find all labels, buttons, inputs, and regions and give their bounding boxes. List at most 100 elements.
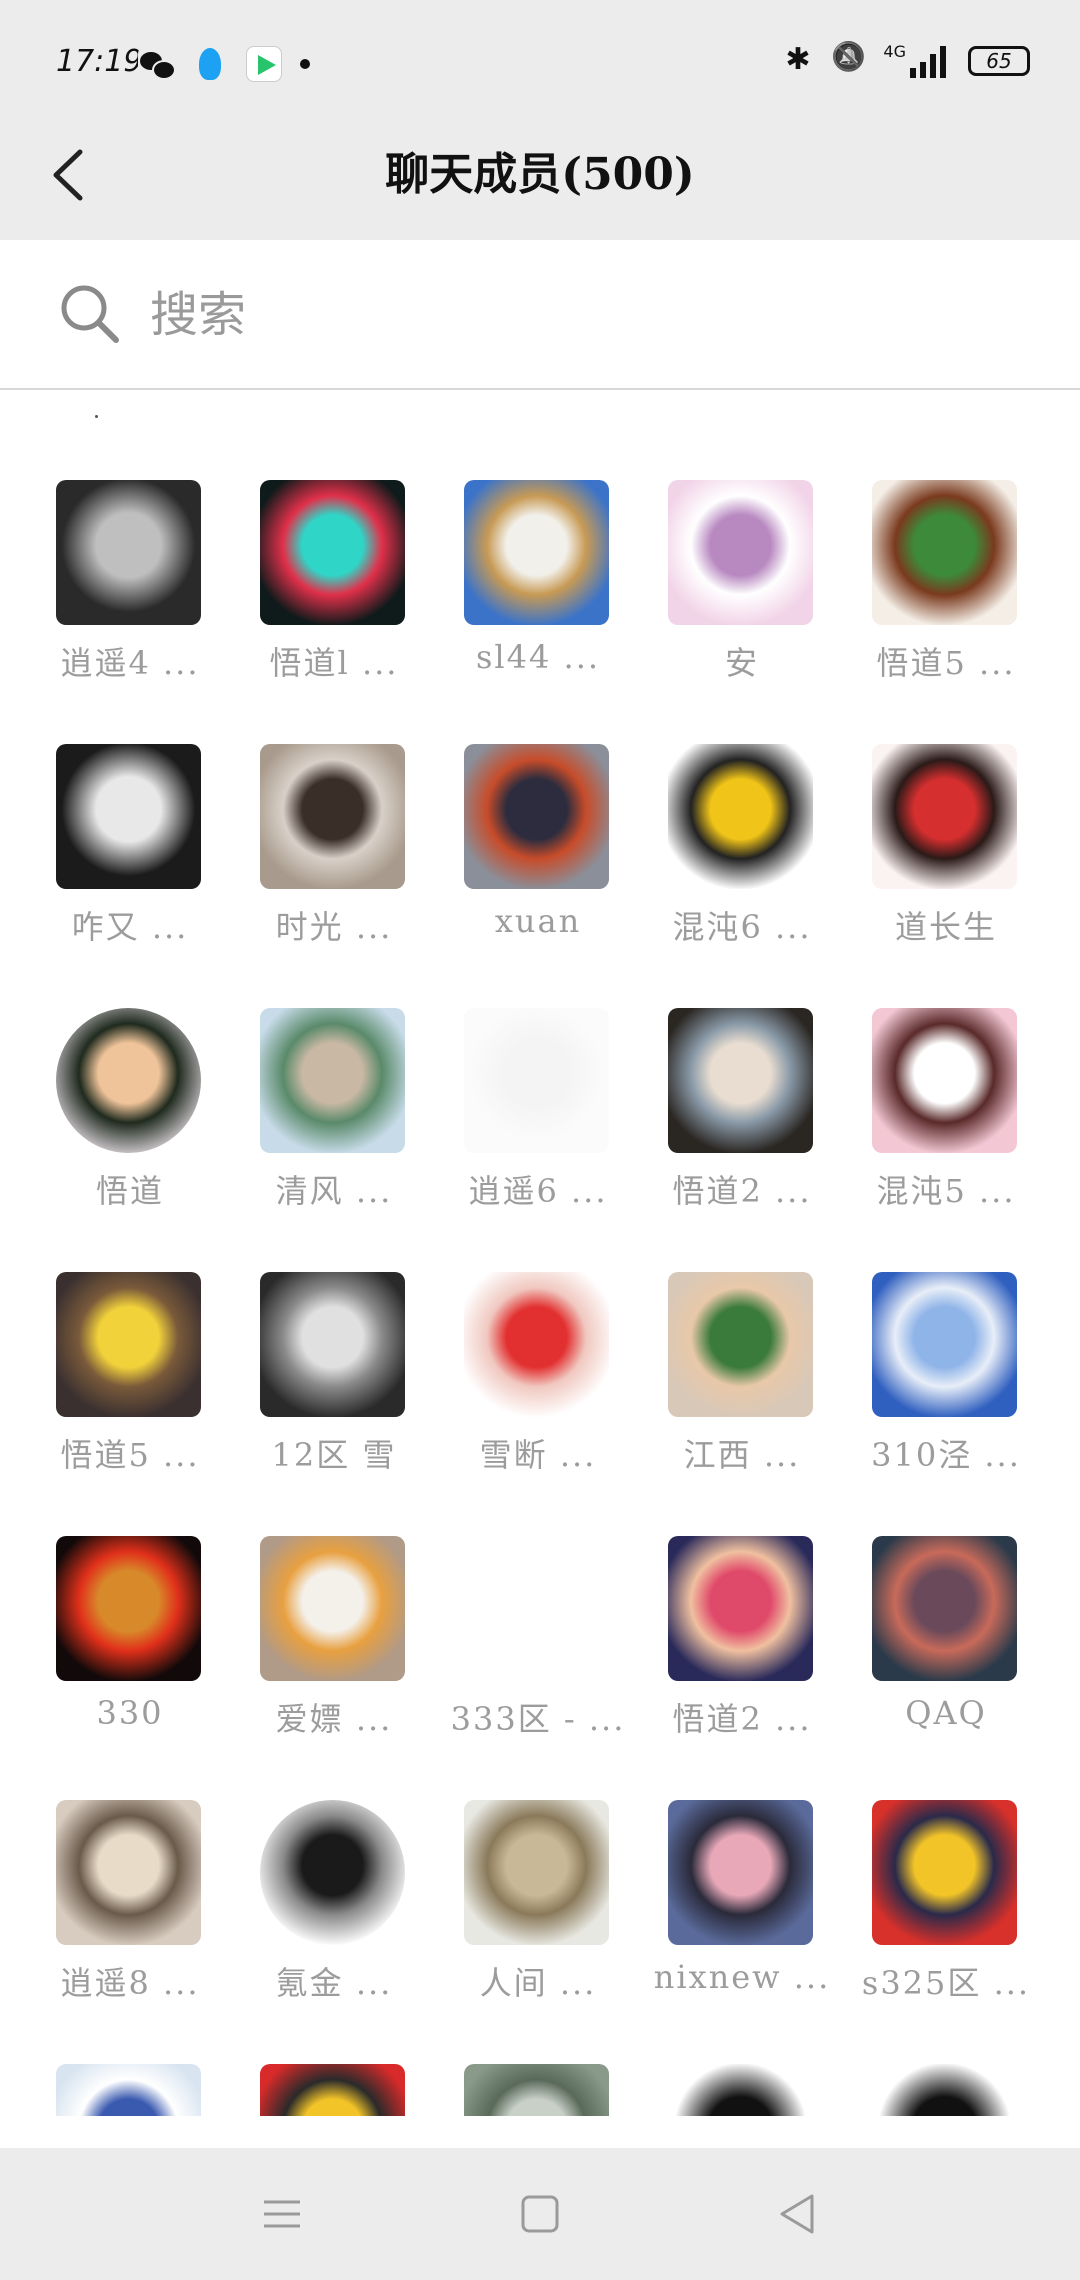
member-avatar[interactable] [56,744,201,889]
member-avatar[interactable] [464,1272,609,1417]
member-avatar[interactable] [260,1536,405,1681]
member-item[interactable] [640,2064,844,2116]
member-item[interactable] [28,2064,232,2116]
search-input[interactable] [150,280,1010,350]
page-title: 聊天成员(500) [385,149,695,200]
member-item[interactable]: 道长生 [844,744,1048,964]
member-item[interactable]: 逍遥4 ... [28,480,232,700]
member-avatar[interactable] [56,2064,201,2116]
member-name: s325区 ... [861,1964,1031,2002]
video-app-icon [246,46,282,82]
member-name: 安 [724,644,759,682]
member-avatar[interactable] [872,2064,1017,2116]
member-item[interactable]: 悟道2 ... [640,1008,844,1228]
member-item[interactable]: s325区 ... [844,1800,1048,2020]
member-item[interactable]: 江西 ... [640,1272,844,1492]
member-item[interactable]: 咋又 ... [28,744,232,964]
member-item[interactable]: 12区 雪 [232,1272,436,1492]
member-item[interactable]: 悟道5 ... [844,480,1048,700]
member-avatar[interactable] [872,1008,1017,1153]
qq-icon [192,46,228,82]
member-avatar[interactable] [56,480,201,625]
menu-icon[interactable] [250,2182,314,2246]
member-avatar[interactable] [668,744,813,889]
system-nav-bar [0,2148,1080,2280]
member-item[interactable]: 逍遥6 ... [436,1008,640,1228]
member-name: 时光 ... [275,908,393,946]
member-avatar[interactable] [56,1008,201,1153]
back-triangle-icon[interactable] [766,2182,830,2246]
member-avatar[interactable] [260,1272,405,1417]
scroll-indicator-dot [95,415,98,418]
member-name: 逍遥8 ... [60,1964,200,2002]
member-item[interactable]: 安 [640,480,844,700]
member-item[interactable]: 逍遥8 ... [28,1800,232,2020]
member-name: 12区 雪 [271,1436,397,1474]
member-item[interactable]: 雪断 ... [436,1272,640,1492]
member-item[interactable]: 爱嫖 ... [232,1536,436,1756]
member-item[interactable]: 人间 ... [436,1800,640,2020]
member-avatar[interactable] [872,1800,1017,1945]
member-avatar[interactable] [464,480,609,625]
home-square-icon[interactable] [508,2182,572,2246]
status-time: 17:19 [56,44,143,79]
status-system-icons: 4G 65 [783,42,1030,78]
member-avatar[interactable] [260,1008,405,1153]
member-avatar[interactable] [872,1536,1017,1681]
member-avatar[interactable] [872,1272,1017,1417]
member-item[interactable]: 悟道 [28,1008,232,1228]
bluetooth-icon [783,42,811,78]
member-avatar[interactable] [464,1008,609,1153]
member-avatar[interactable] [56,1272,201,1417]
member-name: 悟道 [95,1172,164,1210]
member-item[interactable]: 悟道5 ... [28,1272,232,1492]
member-item[interactable] [232,2064,436,2116]
member-name: 悟道5 ... [60,1436,200,1474]
member-item[interactable]: 混沌6 ... [640,744,844,964]
member-item[interactable]: 混沌5 ... [844,1008,1048,1228]
wechat-icon [138,46,176,82]
member-avatar[interactable] [260,1800,405,1945]
member-name: 氪金 ... [275,1964,393,2002]
member-avatar[interactable] [668,1536,813,1681]
mute-bell-icon [833,44,861,78]
member-avatar[interactable] [872,744,1017,889]
member-avatar[interactable] [464,2064,609,2116]
member-name: 道长生 [894,908,997,946]
member-name: 悟道2 ... [672,1172,812,1210]
member-avatar[interactable] [872,480,1017,625]
member-avatar[interactable] [56,1800,201,1945]
member-name: 人间 ... [479,1964,597,2002]
member-item[interactable]: 330 [28,1536,232,1756]
member-avatar[interactable] [464,1800,609,1945]
member-item[interactable]: 清风 ... [232,1008,436,1228]
member-item[interactable]: xuan [436,744,640,964]
member-avatar[interactable] [260,744,405,889]
member-name: 310泾 ... [871,1436,1021,1474]
member-avatar[interactable] [668,2064,813,2116]
member-item[interactable]: sl44 ... [436,480,640,700]
member-avatar[interactable] [668,1008,813,1153]
member-name: 雪断 ... [479,1436,597,1474]
member-item[interactable]: 悟道2 ... [640,1536,844,1756]
search-bar[interactable] [0,240,1080,390]
member-avatar[interactable] [668,480,813,625]
member-name: 咋又 ... [71,908,189,946]
member-item[interactable]: QAQ [844,1536,1048,1756]
member-item[interactable]: nixnew ... [640,1800,844,2020]
member-avatar[interactable] [464,1536,609,1681]
member-item[interactable]: 氪金 ... [232,1800,436,2020]
member-avatar[interactable] [668,1800,813,1945]
member-item[interactable]: 时光 ... [232,744,436,964]
member-avatar[interactable] [668,1272,813,1417]
member-item[interactable]: 悟道l ... [232,480,436,700]
member-item[interactable] [844,2064,1048,2116]
member-avatar[interactable] [464,744,609,889]
member-avatar[interactable] [56,1536,201,1681]
member-item[interactable]: 310泾 ... [844,1272,1048,1492]
member-avatar[interactable] [260,480,405,625]
member-item[interactable] [436,2064,640,2116]
member-avatar[interactable] [260,2064,405,2116]
member-name: nixnew ... [653,1958,831,1996]
member-item[interactable]: 333区 - ... [436,1536,640,1756]
